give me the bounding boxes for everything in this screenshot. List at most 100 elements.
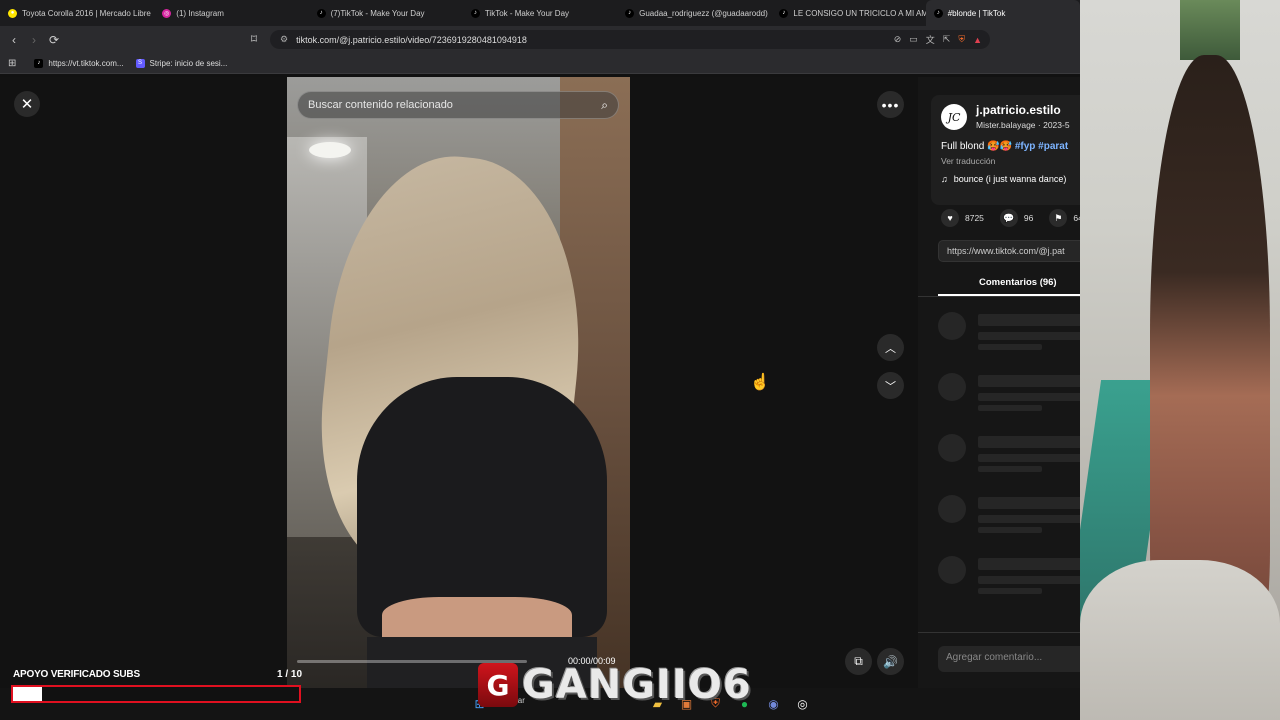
webcam-feed: [1080, 0, 1280, 720]
stripe-icon: S: [135, 58, 145, 68]
bookmark-label: Stripe: inicio de sesi...: [149, 58, 228, 68]
browser-tab-0[interactable]: ● Toyota Corolla 2016 | Mercado Libre: [0, 0, 154, 26]
tiktok-icon: ♪: [34, 58, 44, 68]
share-icon[interactable]: ⇱: [943, 34, 951, 45]
more-options-button[interactable]: •••: [877, 91, 904, 118]
tab-label: LE CONSIGO UN TRICICLO A MI AM: [793, 8, 926, 18]
webcam-shirt: [1080, 560, 1280, 720]
tab-comments[interactable]: Comentarios (96): [938, 274, 1080, 296]
tiktok-icon: ♪: [779, 8, 789, 18]
music-title: bounce (i just wanna dance): [953, 174, 1067, 184]
tiktok-icon: ♪: [625, 8, 635, 18]
pip-icon: ⧉: [854, 654, 863, 668]
tiktok-video-page: ✕ Buscar contenido relacionado ⌕ 00:00/0…: [0, 77, 1080, 688]
tab-label: (7)TikTok - Make Your Day: [330, 8, 425, 18]
engagement-stats: ♥ 8725 💬 96 ⚑ 64: [941, 209, 1080, 227]
browser-tab-1[interactable]: ◎ (1) Instagram: [154, 0, 308, 26]
search-placeholder: Buscar contenido relacionado: [308, 99, 453, 111]
browser-tab-2[interactable]: ♪ (7)TikTok - Make Your Day: [309, 0, 463, 26]
bookmark-item-1[interactable]: S Stripe: inicio de sesi...: [135, 58, 228, 68]
comment-input-divider: [918, 632, 1080, 633]
music-note-icon: ♫: [941, 174, 948, 184]
tab-label: TikTok - Make Your Day: [484, 8, 570, 18]
back-icon[interactable]: ‹: [4, 30, 24, 50]
heart-icon: ♥: [941, 209, 959, 227]
comment-skeleton: [938, 434, 1080, 474]
bookmarks-bar: ⊞ ♪ https://vt.tiktok.com... S Stripe: i…: [0, 53, 1080, 74]
add-comment-input[interactable]: Agregar comentario...: [938, 646, 1080, 672]
obs-icon[interactable]: ◎: [793, 694, 812, 713]
like-stat[interactable]: ♥ 8725: [941, 209, 984, 227]
cast-icon[interactable]: ⊘: [894, 34, 902, 45]
search-icon[interactable]: ⌕: [601, 98, 608, 113]
tiktok-icon: ♪: [470, 8, 480, 18]
volume-icon: 🔊: [883, 654, 898, 669]
tiktok-icon: ♪: [316, 8, 326, 18]
comment-icon: 💬: [999, 209, 1018, 227]
like-count: 8725: [965, 213, 984, 223]
post-details-panel: JC j.patricio.estilo Mister.balayage · 2…: [918, 77, 1080, 688]
site-info-icon[interactable]: ⚙: [280, 34, 288, 45]
comment-skeleton: [938, 495, 1080, 535]
browser-tab-5[interactable]: ♪ LE CONSIGO UN TRICICLO A MI AM: [771, 0, 926, 26]
chevron-down-icon: ﹀: [885, 380, 896, 393]
save-count: 64: [1073, 213, 1080, 223]
discord-icon[interactable]: ◉: [764, 694, 783, 713]
tab-label: #blonde | TikTok: [947, 8, 1006, 18]
save-stat[interactable]: ⚑ 64: [1049, 209, 1080, 227]
support-goal-fill: [13, 687, 42, 701]
share-link-field[interactable]: https://www.tiktok.com/@j.pat: [938, 240, 1080, 262]
bookmark-item-0[interactable]: ♪ https://vt.tiktok.com...: [34, 58, 124, 68]
related-search-input[interactable]: Buscar contenido relacionado ⌕: [297, 91, 619, 119]
tab-divider: [918, 296, 1080, 297]
translate-icon[interactable]: 文: [926, 33, 935, 46]
see-translation-link[interactable]: Ver traducción: [941, 156, 995, 166]
browser-toolbar: ‹ › ⟳ ⌑ ⚙ tiktok.com/@j.patricio.estilo/…: [0, 26, 1080, 53]
close-video-button[interactable]: ✕: [14, 91, 40, 117]
instagram-icon: ◎: [162, 8, 172, 18]
logo-mark: G: [478, 663, 518, 707]
close-icon: ✕: [20, 96, 34, 113]
tab-label: (1) Instagram: [176, 8, 224, 18]
browser-tab-3[interactable]: ♪ TikTok - Make Your Day: [463, 0, 617, 26]
browser-tab-4[interactable]: ♪ Guadaa_rodriguezz (@guadaarodd): [617, 0, 771, 26]
brave-shield-icon[interactable]: ⛨: [958, 34, 965, 45]
screen-icon[interactable]: ▭: [909, 34, 918, 45]
post-caption: Full blond 🥵🥵 #fyp #parat: [941, 141, 1068, 152]
next-video-button[interactable]: ﹀: [877, 372, 904, 399]
previous-video-button[interactable]: ︿: [877, 334, 904, 361]
video-player[interactable]: Buscar contenido relacionado ⌕ 00:00/00:…: [287, 77, 630, 688]
url-text: tiktok.com/@j.patricio.estilo/video/7236…: [296, 34, 527, 45]
streamer-logo: G GANGIIO6: [478, 660, 752, 710]
address-field[interactable]: ⚙ tiktok.com/@j.patricio.estilo/video/72…: [270, 30, 990, 49]
caption-hashtags[interactable]: #fyp #parat: [1015, 141, 1068, 152]
forward-icon[interactable]: ›: [24, 30, 44, 50]
brave-rewards-icon[interactable]: ▲: [973, 35, 982, 45]
pip-button[interactable]: ⧉: [845, 648, 872, 675]
avatar[interactable]: JC: [941, 104, 967, 130]
comment-count: 96: [1023, 213, 1034, 223]
comment-skeleton: [938, 373, 1080, 413]
bookmark-icon[interactable]: ⌑: [244, 29, 264, 49]
support-goal-bar: [11, 685, 301, 703]
support-goal-label: APOYO VERIFICADO SUBS: [13, 669, 140, 680]
comment-stat[interactable]: 💬 96: [999, 209, 1034, 227]
comment-skeleton: [938, 312, 1080, 352]
volume-button[interactable]: 🔊: [877, 648, 904, 675]
apps-grid-icon[interactable]: ⊞: [8, 58, 16, 69]
tab-label: Toyota Corolla 2016 | Mercado Libre: [22, 8, 151, 18]
mercadolibre-icon: ●: [8, 8, 17, 18]
support-goal-count: 1 / 10: [277, 669, 303, 680]
tiktok-icon: ♪: [933, 8, 943, 18]
more-icon: •••: [881, 96, 900, 113]
reload-icon[interactable]: ⟳: [44, 30, 64, 50]
browser-tab-6[interactable]: ♪ #blonde | TikTok: [925, 0, 1080, 26]
music-link[interactable]: ♫ bounce (i just wanna dance): [941, 174, 1066, 184]
webcam-background-poster: [1180, 0, 1240, 60]
browser-tab-bar: ● Toyota Corolla 2016 | Mercado Libre ◎ (1)…: [0, 0, 1080, 26]
caption-text: Full blond 🥵🥵: [941, 141, 1013, 152]
tab-label: Guadaa_rodriguezz (@guadaarodd): [639, 8, 768, 18]
video-frame-lamp: [309, 142, 351, 158]
bookmark-icon: ⚑: [1049, 209, 1068, 227]
post-username[interactable]: j.patricio.estilo: [976, 103, 1061, 117]
